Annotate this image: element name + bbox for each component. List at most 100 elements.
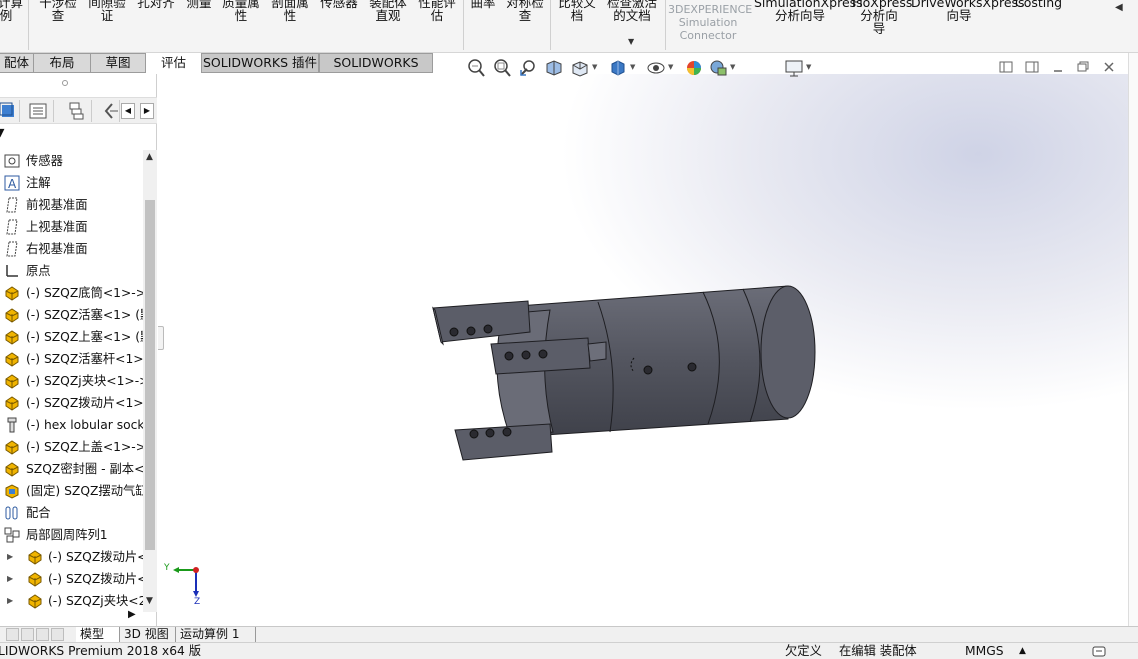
tree-item[interactable]: (-) SZQZ活塞杆<1> ( [0,348,143,370]
tree-item[interactable]: (-) hex lobular socke [0,414,143,436]
tab-3d-view[interactable]: 3D 视图 [120,627,176,642]
tree-item[interactable]: 传感器 [0,150,143,172]
tree-item[interactable]: (固定) SZQZ摆动气缸 [0,480,143,502]
cylinder-assembly-model[interactable] [158,74,1128,626]
costing-button[interactable]: Costing [1015,0,1062,9]
curvature-button[interactable]: 曲率 [467,0,499,9]
view-orientation-icon[interactable] [570,58,590,78]
expand-arrow-icon[interactable]: ▶ [7,590,13,610]
tile-vertical-icon[interactable] [1024,60,1040,76]
mass-properties-button[interactable]: 质量属性 [219,0,263,22]
tree-item[interactable]: 前视基准面 [0,194,143,216]
tree-item[interactable]: ▶ (-) SZQZj夹块<2 [0,590,143,610]
previous-view-icon[interactable] [518,58,538,78]
3dexperience-simulation-connector-button[interactable]: 3DEXPERIENCE Simulation Connector [668,3,752,42]
section-properties-button[interactable]: 剖面属性 [268,0,312,22]
last-tab-button[interactable] [51,628,64,641]
minimize-icon[interactable] [1050,60,1066,76]
units-caret-icon[interactable]: ▲ [1019,643,1026,659]
configuration-manager-tab[interactable] [60,100,92,122]
feature-manager-tab[interactable] [0,100,20,122]
tree-item[interactable]: A 注解 [0,172,143,194]
tab-evaluate[interactable]: 评估 [146,53,201,73]
chevron-down-icon[interactable]: ▼ [628,37,634,46]
feature-tree-scrollbar[interactable]: ▲ ▼ [143,150,157,612]
dimxpert-tab[interactable] [98,100,120,122]
compare-documents-button[interactable]: 比较文档 [555,0,599,22]
scroll-up-arrow-icon[interactable]: ▲ [146,152,153,162]
zoom-area-icon[interactable] [492,58,512,78]
appearance-icon[interactable] [684,58,704,78]
close-icon[interactable] [1101,60,1117,76]
hide-show-icon[interactable] [646,58,666,78]
tree-item[interactable]: (-) SZQZ底筒<1>->? [0,282,143,304]
tab-sketch[interactable]: 草图 [90,53,146,73]
tab-solidworks-mbd[interactable]: SOLIDWORKS MBD [319,53,433,88]
scene-icon[interactable] [708,58,728,78]
tree-item[interactable]: 上视基准面 [0,216,143,238]
tree-item[interactable]: 配合 [0,502,143,524]
measure-button[interactable]: 测量 [183,0,215,9]
tree-item[interactable]: ▶ (-) SZQZ拨动片< [0,568,143,590]
tree-item[interactable]: 原点 [0,260,143,282]
restore-icon[interactable] [1075,60,1091,76]
chevron-down-icon[interactable]: ▼ [630,63,635,71]
tree-item[interactable]: (-) SZQZ上盖<1>->? [0,436,143,458]
tree-item[interactable]: (-) SZQZ上塞<1> (默 [0,326,143,348]
display-style-icon[interactable] [608,58,628,78]
tree-item[interactable]: (-) SZQZ拨动片<1> ( [0,392,143,414]
tab-layout[interactable]: 布局 [33,53,91,73]
panel-tabs-scroll-right-button[interactable]: ▶ [140,103,154,119]
tab-model[interactable]: 模型 [76,627,120,642]
expand-arrow-icon[interactable]: ▶ [7,546,13,568]
tree-item[interactable]: 右视基准面 [0,238,143,260]
tab-solidworks-addins[interactable]: SOLIDWORKS 插件 [201,53,319,73]
performance-evaluation-button[interactable]: 性能评估 [415,0,459,22]
tab-evaluate-label: 评估 [160,55,186,70]
zoom-to-fit-icon[interactable] [466,58,486,78]
chevron-down-icon[interactable]: ▼ [730,63,735,71]
tree-item[interactable]: ▶ (-) SZQZ拨动片< [0,546,143,568]
view-settings-icon[interactable] [784,58,804,78]
next-tab-button[interactable] [36,628,49,641]
chevron-down-icon[interactable]: ▼ [592,63,597,71]
clearance-verify-button[interactable]: 间隙验证 [85,0,129,22]
assembly-visualization-button[interactable]: 装配体 直观 [366,0,410,22]
tree-root-expander-icon[interactable]: ▼ [0,126,4,139]
hole-align-button[interactable]: 孔对齐 [134,0,178,9]
tree-item[interactable]: (-) SZQZj夹块<1>-> [0,370,143,392]
scroll-down-arrow-icon[interactable]: ▼ [146,596,153,606]
simulationxpress-button[interactable]: SimulationXpress 分析向导 [754,0,863,22]
panel-splitter-handle[interactable] [62,80,68,86]
tree-item[interactable]: SZQZ密封圈 - 副本< [0,458,143,480]
rebuild-icon[interactable] [1092,643,1108,659]
chevron-down-icon[interactable]: ▼ [806,63,811,71]
task-pane-strip[interactable] [1128,53,1138,626]
first-tab-button[interactable] [6,628,19,641]
scroll-right-arrow-icon[interactable]: ▶ [128,609,136,620]
panel-tabs-scroll-left-button[interactable]: ◀ [121,103,135,119]
expand-arrow-icon[interactable]: ▶ [7,568,13,590]
ribbon-collapse-arrow-icon[interactable]: ◀ [1115,2,1123,13]
chevron-down-icon[interactable]: ▼ [668,63,673,71]
driveworksxpress-button[interactable]: DriveWorksXpress 向导 [911,0,1025,22]
scrollbar-thumb[interactable] [145,200,155,550]
graphics-area[interactable]: Y Z [158,74,1128,626]
check-active-document-button[interactable]: 检查激活 的文档 [604,0,660,22]
tile-horizontal-icon[interactable] [998,60,1014,76]
status-units[interactable]: MMGS [965,643,1004,659]
feature-manager-panel: ◀ ▶ ▼ 传感器 A 注解 前视基准面 上视基准面 右视基准面 原点 (-) SZQZ底筒<… [0,74,157,626]
sensor-button[interactable]: 传感器 [317,0,361,9]
symmetry-check-button[interactable]: 对称检查 [503,0,547,22]
property-manager-icon [29,103,47,119]
tree-item[interactable]: 局部圆周阵列1 [0,524,143,546]
interference-check-button[interactable]: 干涉检查 [36,0,80,22]
tree-item[interactable]: (-) SZQZ活塞<1> (默 [0,304,143,326]
section-view-icon[interactable] [544,58,564,78]
ribbon-button-calc[interactable]: 计算例 [0,0,23,22]
tab-assembly[interactable]: 配体 [0,53,34,73]
floxpress-button[interactable]: FloXpress 分析向导 [852,0,912,35]
prev-tab-button[interactable] [21,628,34,641]
property-manager-tab[interactable] [22,100,54,122]
tab-motion-study[interactable]: 运动算例 1 [176,627,256,642]
